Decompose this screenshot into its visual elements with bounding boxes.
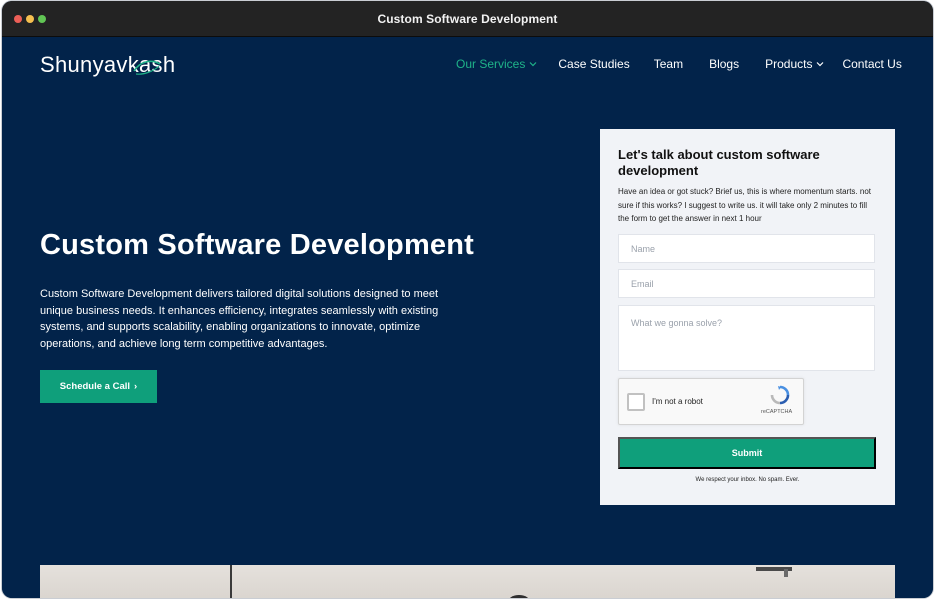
hero-description: Custom Software Development delivers tai… [40, 288, 439, 350]
recaptcha-checkbox[interactable] [627, 393, 645, 411]
nav-item-contact-us[interactable]: Contact Us [842, 57, 901, 71]
photo-detail [784, 569, 788, 577]
hero-photo [40, 565, 895, 598]
schedule-call-label: Schedule a Call [59, 381, 131, 392]
window-title: Custom Software Development [377, 12, 558, 26]
chevron-down-icon [529, 62, 537, 67]
recaptcha-logo-icon [770, 385, 790, 405]
photo-detail [230, 565, 232, 598]
name-input[interactable]: Name [618, 234, 875, 263]
recaptcha-label: I'm not a robot [652, 397, 703, 406]
main-nav: Our Services Case Studies Team Blogs Pro… [456, 57, 902, 71]
problem-placeholder: What we gonna solve? [631, 318, 723, 328]
nav-item-label: Contact Us [842, 57, 902, 71]
hero-title: Custom Software Development [40, 229, 475, 261]
form-subtext: Have an idea or got stuck? Brief us, thi… [618, 187, 871, 223]
name-placeholder: Name [631, 243, 656, 254]
contact-form: Let's talk about custom software develop… [600, 129, 895, 505]
nav-item-products[interactable]: Products [765, 57, 824, 71]
nav-item-label: Products [765, 57, 813, 71]
email-placeholder: Email [631, 278, 654, 289]
nav-item-team[interactable]: Team [654, 57, 683, 71]
submit-button[interactable]: Submit [618, 437, 876, 469]
recaptcha-widget: I'm not a robot reCAPTCHA [618, 378, 804, 425]
nav-item-label: Our Services [456, 57, 526, 71]
photo-detail [508, 595, 530, 598]
nav-item-label: Case Studies [558, 57, 630, 71]
problem-textarea[interactable]: What we gonna solve? [618, 305, 875, 371]
chevron-down-icon [817, 62, 824, 67]
schedule-call-button[interactable]: Schedule a Call › [40, 370, 157, 403]
title-bar: Custom Software Development [2, 1, 933, 37]
form-heading: Let's talk about custom software develop… [618, 147, 820, 178]
nav-item-label: Blogs [709, 57, 740, 71]
chevron-right-icon: › [134, 381, 138, 392]
nav-item-case-studies[interactable]: Case Studies [558, 57, 629, 71]
form-footer-note: We respect your inbox. No spam. Ever. [695, 477, 800, 483]
nav-item-blogs[interactable]: Blogs [709, 57, 739, 71]
browser-window: Custom Software Development Shunyavkash … [2, 1, 933, 598]
nav-item-our-services[interactable]: Our Services [456, 57, 537, 71]
email-input[interactable]: Email [618, 269, 875, 298]
page-content: Shunyavkash Our Services Case Studies Te… [2, 37, 933, 598]
logo-swoosh-icon [133, 60, 161, 75]
site-logo[interactable]: Shunyavkash [40, 50, 175, 80]
nav-item-label: Team [653, 57, 684, 71]
recaptcha-brand: reCAPTCHA [761, 409, 793, 415]
